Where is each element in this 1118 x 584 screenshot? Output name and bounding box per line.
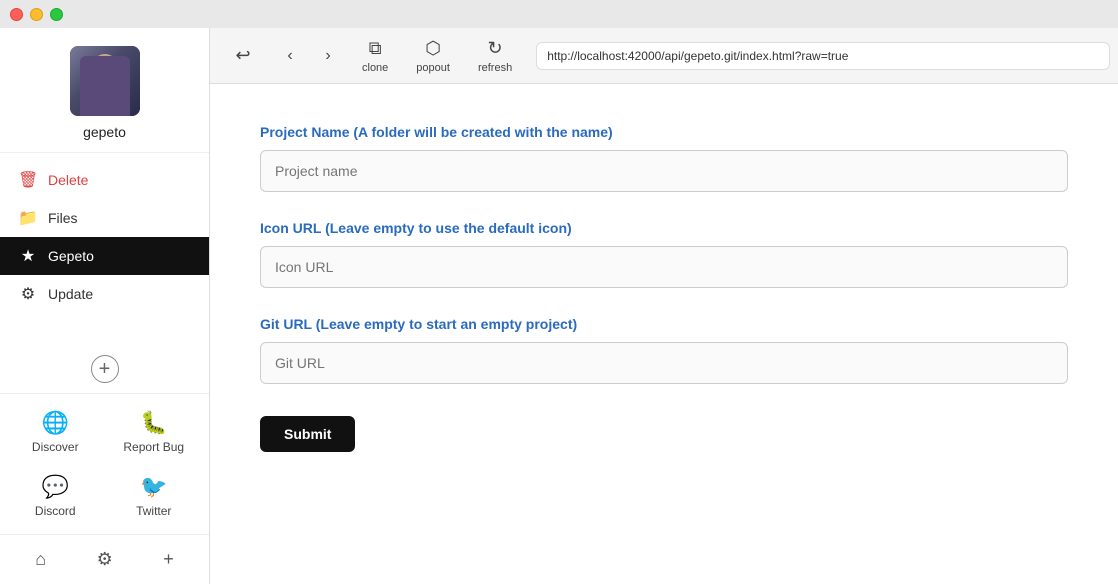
project-name-section: Project Name (A folder will be created w… xyxy=(260,124,1068,192)
maximize-button[interactable] xyxy=(50,8,63,21)
close-button[interactable] xyxy=(10,8,23,21)
back-button[interactable]: ‹ xyxy=(272,38,308,74)
sidebar-item-label-update: Update xyxy=(48,286,93,302)
sidebar-item-label-delete: Delete xyxy=(48,172,88,188)
project-name-input[interactable] xyxy=(260,150,1068,192)
avatar xyxy=(70,46,140,116)
submit-button[interactable]: Submit xyxy=(260,416,355,452)
globe-icon: 🌐 xyxy=(42,410,69,436)
report-bug-link[interactable]: 🐛 Report Bug xyxy=(107,402,202,462)
sidebar: gepeto 🗑 Delete 📁 Files ★ Gepeto ⚙ Updat… xyxy=(0,28,210,584)
minimize-button[interactable] xyxy=(30,8,43,21)
home-button[interactable]: ⌂ xyxy=(27,545,54,574)
discord-link[interactable]: 💬 Discord xyxy=(8,466,103,526)
bug-icon: 🐛 xyxy=(140,410,167,436)
refresh-label: refresh xyxy=(478,62,512,74)
titlebar xyxy=(0,0,1118,28)
main-content: Project Name (A folder will be created w… xyxy=(210,84,1118,584)
sidebar-item-gepeto[interactable]: ★ Gepeto xyxy=(0,237,209,275)
sidebar-profile: gepeto xyxy=(0,28,209,153)
settings-button[interactable]: ⚙ xyxy=(89,545,121,574)
back-to-root-button[interactable]: ↩ xyxy=(218,41,268,70)
icon-url-label: Icon URL (Leave empty to use the default… xyxy=(260,220,1068,236)
popout-button[interactable]: ⬡ popout xyxy=(404,34,462,78)
trash-icon: 🗑 xyxy=(18,170,38,190)
git-url-label: Git URL (Leave empty to start an empty p… xyxy=(260,316,1068,332)
clone-icon: ⧉ xyxy=(369,38,382,59)
discover-label: Discover xyxy=(32,440,79,454)
back-root-icon: ↩ xyxy=(235,45,250,66)
username: gepeto xyxy=(83,124,126,140)
gear-icon: ⚙ xyxy=(18,284,38,304)
popout-label: popout xyxy=(416,62,450,74)
report-bug-label: Report Bug xyxy=(123,440,184,454)
git-url-input[interactable] xyxy=(260,342,1068,384)
sidebar-item-update[interactable]: ⚙ Update xyxy=(0,275,209,313)
popout-icon: ⬡ xyxy=(425,38,441,59)
app-body: gepeto 🗑 Delete 📁 Files ★ Gepeto ⚙ Updat… xyxy=(0,28,1118,584)
forward-arrow-icon: › xyxy=(325,47,330,65)
discord-icon: 💬 xyxy=(42,474,69,500)
sidebar-item-files[interactable]: 📁 Files xyxy=(0,199,209,237)
refresh-icon: ↻ xyxy=(488,38,503,59)
avatar-image xyxy=(70,46,140,116)
avatar-figure xyxy=(80,56,130,116)
clone-button[interactable]: ⧉ clone xyxy=(350,34,400,78)
discord-label: Discord xyxy=(35,504,76,518)
folder-icon: 📁 xyxy=(18,208,38,228)
toolbar-nav: ‹ › xyxy=(272,38,346,74)
twitter-link[interactable]: 🐦 Twitter xyxy=(107,466,202,526)
sidebar-item-label-gepeto: Gepeto xyxy=(48,248,94,264)
twitter-label: Twitter xyxy=(136,504,171,518)
add-bottom-button[interactable]: + xyxy=(155,545,182,574)
sidebar-nav: 🗑 Delete 📁 Files ★ Gepeto ⚙ Update xyxy=(0,153,209,345)
icon-url-section: Icon URL (Leave empty to use the default… xyxy=(260,220,1068,288)
back-arrow-icon: ‹ xyxy=(287,47,292,65)
twitter-icon: 🐦 xyxy=(140,474,167,500)
refresh-button[interactable]: ↻ refresh xyxy=(466,34,524,78)
url-bar[interactable] xyxy=(536,42,1110,70)
star-icon: ★ xyxy=(18,246,38,266)
discover-link[interactable]: 🌐 Discover xyxy=(8,402,103,462)
content-area: ↩ ‹ › ⧉ clone ⬡ popout ↻ refresh xyxy=(210,28,1118,584)
git-url-section: Git URL (Leave empty to start an empty p… xyxy=(260,316,1068,384)
add-project-button[interactable]: + xyxy=(91,355,119,383)
toolbar: ↩ ‹ › ⧉ clone ⬡ popout ↻ refresh xyxy=(210,28,1118,84)
sidebar-item-label-files: Files xyxy=(48,210,78,226)
sidebar-item-delete[interactable]: 🗑 Delete xyxy=(0,161,209,199)
sidebar-bottom-bar: ⌂ ⚙ + xyxy=(0,534,209,584)
icon-url-input[interactable] xyxy=(260,246,1068,288)
clone-label: clone xyxy=(362,62,388,74)
sidebar-add[interactable]: + xyxy=(0,345,209,393)
forward-button[interactable]: › xyxy=(310,38,346,74)
project-name-label: Project Name (A folder will be created w… xyxy=(260,124,1068,140)
sidebar-footer-links: 🌐 Discover 🐛 Report Bug 💬 Discord 🐦 Twit… xyxy=(0,393,209,534)
